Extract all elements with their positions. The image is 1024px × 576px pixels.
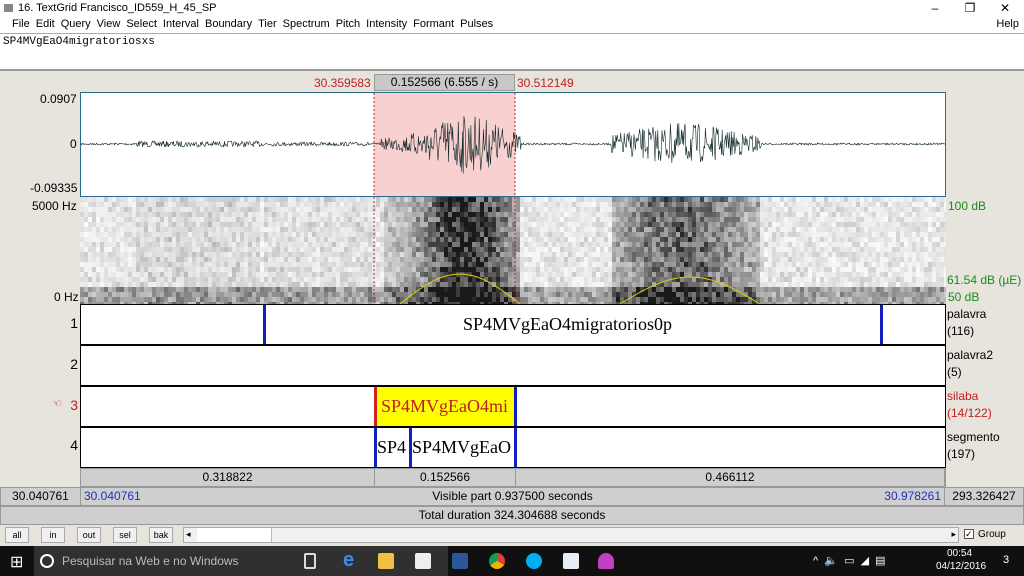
tier-name[interactable]: silaba (14/122) — [947, 388, 992, 422]
boundary[interactable] — [880, 305, 883, 344]
scroll-thumb[interactable] — [197, 528, 272, 542]
explorer-icon[interactable] — [378, 553, 394, 569]
app-icon — [4, 4, 13, 12]
menu-file[interactable]: File — [12, 18, 30, 30]
clock-time[interactable]: 00:54 — [947, 548, 972, 559]
task-view-icon[interactable] — [304, 553, 316, 569]
duration-cell[interactable]: 0.152566 — [375, 469, 516, 486]
waveform[interactable] — [80, 92, 946, 197]
scrollbar[interactable]: ◂ ▸ — [183, 527, 959, 543]
wave-max: 0.0907 — [40, 92, 77, 106]
spec-bottom: 0 Hz — [54, 290, 79, 304]
boundary[interactable] — [263, 305, 266, 344]
maximize-button[interactable]: ❐ — [955, 0, 985, 17]
interval-text[interactable]: SP4MVgEaO4migratorios0p — [463, 314, 672, 335]
wave-min: -0.09335 — [30, 181, 78, 195]
out-button[interactable]: out — [77, 527, 101, 543]
menu-pitch[interactable]: Pitch — [336, 18, 360, 30]
selection-start: 30.359583 — [314, 76, 371, 90]
skype-icon[interactable] — [526, 553, 542, 569]
intensity-value: 61.54 dB (µE) — [947, 273, 1022, 287]
menu-bar: File Edit Query View Select Interval Boundary T… — [0, 17, 1024, 33]
tray-icons[interactable]: ^ 🔈 ▭ ◢ ▤ — [813, 554, 886, 567]
menu-spectrum[interactable]: Spectrum — [283, 18, 330, 30]
visible-part[interactable]: 30.040761 Visible part 0.937500 seconds … — [81, 488, 945, 505]
selection-end: 30.512149 — [517, 76, 574, 90]
menu-select[interactable]: Select — [126, 18, 157, 30]
duration-cell[interactable]: 0.318822 — [81, 469, 375, 486]
intensity-bottom: 50 dB — [948, 290, 980, 304]
tier-1[interactable]: SP4MVgEaO4migratorios0p — [80, 304, 946, 345]
tier-number: 4 — [70, 437, 78, 453]
visible-row: 30.040761 30.040761 Visible part 0.93750… — [0, 487, 1024, 506]
praat-icon[interactable] — [598, 553, 614, 569]
document-icon[interactable] — [563, 553, 579, 569]
in-button[interactable]: in — [41, 527, 65, 543]
menu-boundary[interactable]: Boundary — [205, 18, 252, 30]
word-icon[interactable] — [452, 553, 468, 569]
notification-icon[interactable]: 3 — [1003, 554, 1009, 566]
boundary[interactable] — [514, 428, 517, 467]
menu-edit[interactable]: Edit — [36, 18, 55, 30]
window-left-time[interactable]: 30.040761 — [1, 488, 81, 505]
clock-date[interactable]: 04/12/2016 — [936, 561, 986, 572]
selection-highlight — [374, 93, 515, 196]
duration-cell[interactable]: 0.466112 — [516, 469, 945, 486]
scroll-left-icon[interactable]: ◂ — [186, 529, 191, 540]
store-icon[interactable] — [415, 553, 431, 569]
window-right-time[interactable]: 293.326427 — [945, 488, 1023, 505]
tier-2[interactable] — [80, 345, 946, 386]
menu-query[interactable]: Query — [61, 18, 91, 30]
close-button[interactable]: ✕ — [990, 0, 1020, 17]
tier-number: 1 — [70, 315, 78, 331]
tier-name[interactable]: palavra2 (5) — [947, 347, 993, 381]
edge-icon[interactable]: e — [343, 549, 359, 571]
menu-formant[interactable]: Formant — [413, 18, 454, 30]
spectrogram[interactable] — [80, 197, 948, 307]
window-title: 16. TextGrid Francisco_ID559_H_45_SP — [18, 2, 217, 14]
total-duration[interactable]: Total duration 324.304688 seconds — [0, 506, 1024, 525]
interval-text[interactable]: SP4MVgEaO — [412, 437, 511, 458]
tier-number: 3 — [70, 397, 78, 413]
taskbar: ⊞ Pesquisar na Web e no Windows e ^ 🔈 ▭ … — [0, 546, 1024, 576]
sel-button[interactable]: sel — [113, 527, 137, 543]
cortana-icon — [40, 554, 54, 568]
interval-text[interactable]: SP4 — [377, 437, 406, 458]
group-checkbox[interactable]: ✓ — [964, 529, 974, 539]
interval-text-field[interactable]: SP4MVgEaO4migratoriosxs — [0, 33, 1024, 71]
bak-button[interactable]: bak — [149, 527, 173, 543]
menu-view[interactable]: View — [97, 18, 121, 30]
group-label: Group — [978, 529, 1006, 540]
wave-zero: 0 — [70, 137, 77, 151]
menu-tier[interactable]: Tier — [258, 18, 277, 30]
tier-name[interactable]: segmento (197) — [947, 429, 1000, 463]
tier-name[interactable]: palavra (116) — [947, 306, 986, 340]
duration-row: 0.318822 0.152566 0.466112 — [80, 468, 946, 487]
menu-intensity[interactable]: Intensity — [366, 18, 407, 30]
scroll-right-icon[interactable]: ▸ — [951, 529, 956, 540]
intensity-top: 100 dB — [948, 199, 987, 213]
tier-number: 2 — [70, 356, 78, 372]
selection-duration[interactable]: 0.152566 (6.555 / s) — [374, 74, 515, 91]
tier-4[interactable]: SP4 SP4MVgEaO — [80, 427, 946, 468]
spec-top: 5000 Hz — [32, 199, 77, 213]
boundary[interactable] — [374, 387, 377, 426]
menu-pulses[interactable]: Pulses — [460, 18, 493, 30]
interval-text[interactable]: SP4MVgEaO4mi — [381, 396, 508, 417]
tier-3[interactable]: SP4MVgEaO4mi — [80, 386, 946, 427]
menu-interval[interactable]: Interval — [163, 18, 199, 30]
boundary[interactable] — [514, 387, 517, 426]
title-bar: 16. TextGrid Francisco_ID559_H_45_SP – ❐… — [0, 0, 1024, 17]
windows-start-icon[interactable]: ⊞ — [10, 552, 23, 572]
minimize-button[interactable]: – — [920, 0, 950, 17]
all-button[interactable]: all — [5, 527, 29, 543]
chrome-icon[interactable] — [489, 553, 505, 569]
menu-help[interactable]: Help — [996, 17, 1019, 32]
